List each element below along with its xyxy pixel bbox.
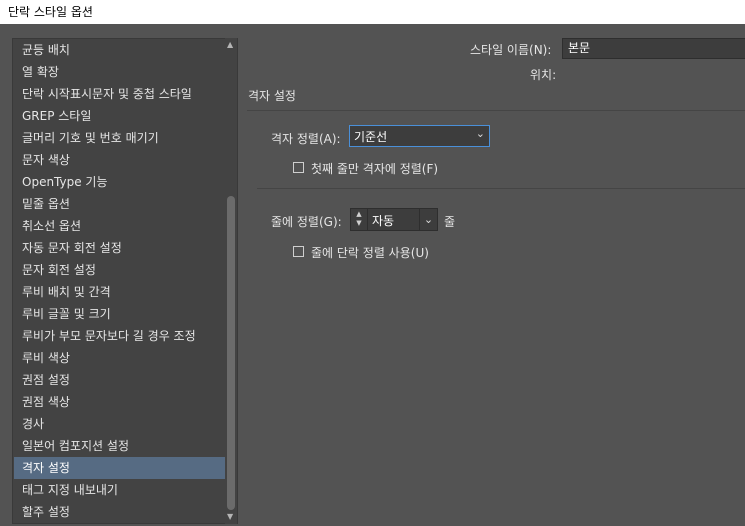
first-line-only-label: 첫째 줄만 격자에 정렬(F) — [311, 162, 439, 176]
location-label: 위치: — [530, 68, 557, 82]
list-item[interactable]: 문자 회전 설정 — [14, 259, 226, 281]
section-divider — [247, 110, 745, 111]
first-line-only-checkbox[interactable] — [293, 162, 304, 173]
use-paragraph-alignment-label: 줄에 단락 정렬 사용(U) — [311, 246, 429, 260]
grid-alignment-label: 격자 정렬(A): — [271, 132, 341, 146]
grid-alignment-value: 기준선 — [354, 130, 388, 144]
line-alignment-stepper[interactable]: ▲ ▼ 자동 ⌄ — [350, 208, 438, 231]
scroll-thumb[interactable] — [227, 196, 235, 510]
group-divider — [257, 188, 745, 189]
list-item[interactable]: 루비가 부모 문자보다 길 경우 조정 — [14, 325, 226, 347]
grid-alignment-select[interactable]: 기준선 ⌄ — [349, 125, 490, 147]
list-item[interactable]: 할주 설정 — [14, 501, 226, 523]
list-item[interactable]: 격자 설정 — [14, 457, 226, 479]
line-alignment-label: 줄에 정렬(G): — [271, 215, 342, 229]
section-title: 격자 설정 — [248, 89, 296, 103]
line-alignment-unit: 줄 — [444, 215, 456, 229]
list-item[interactable]: 루비 배치 및 간격 — [14, 281, 226, 303]
list-item[interactable]: 권점 색상 — [14, 391, 226, 413]
scroll-down-icon[interactable]: ▼ — [227, 512, 233, 521]
list-item[interactable]: OpenType 기능 — [14, 171, 226, 193]
list-item[interactable]: 루비 글꼴 및 크기 — [14, 303, 226, 325]
list-item[interactable]: 균등 배치 — [14, 39, 226, 61]
list-item[interactable]: 단락 시작표시문자 및 중첩 스타일 — [14, 83, 226, 105]
list-item[interactable]: GREP 스타일 — [14, 105, 226, 127]
list-item[interactable]: 밑줄 옵션 — [14, 193, 226, 215]
spin-arrows-icon[interactable]: ▲ ▼ — [351, 209, 368, 230]
use-paragraph-alignment-checkbox[interactable] — [293, 246, 304, 257]
list-item[interactable]: 자동 문자 회전 설정 — [14, 237, 226, 259]
list-item[interactable]: 취소선 옵션 — [14, 215, 226, 237]
list-item[interactable]: 루비 색상 — [14, 347, 226, 369]
title-bar: 단락 스타일 옵션 — [0, 0, 745, 24]
list-item[interactable]: 글머리 기호 및 번호 매기기 — [14, 127, 226, 149]
style-name-input[interactable]: 본문 — [562, 38, 745, 59]
chevron-down-icon: ⌄ — [475, 127, 485, 140]
list-item[interactable]: 태그 지정 내보내기 — [14, 479, 226, 501]
list-item[interactable]: 일본어 컴포지션 설정 — [14, 435, 226, 457]
scroll-up-icon[interactable]: ▲ — [227, 40, 233, 49]
list-item[interactable]: 문자 색상 — [14, 149, 226, 171]
line-alignment-value: 자동 — [372, 214, 395, 228]
list-item[interactable]: 열 확장 — [14, 61, 226, 83]
chevron-down-icon[interactable]: ⌄ — [419, 209, 437, 230]
window-title: 단락 스타일 옵션 — [8, 5, 93, 19]
category-list-scrollbar[interactable]: ▲ ▼ — [225, 38, 237, 524]
list-item[interactable]: 권점 설정 — [14, 369, 226, 391]
list-item[interactable]: 경사 — [14, 413, 226, 435]
style-name-label: 스타일 이름(N): — [470, 43, 552, 57]
category-list[interactable]: 균등 배치 열 확장 단락 시작표시문자 및 중첩 스타일 GREP 스타일 글머리 기… — [12, 38, 238, 524]
